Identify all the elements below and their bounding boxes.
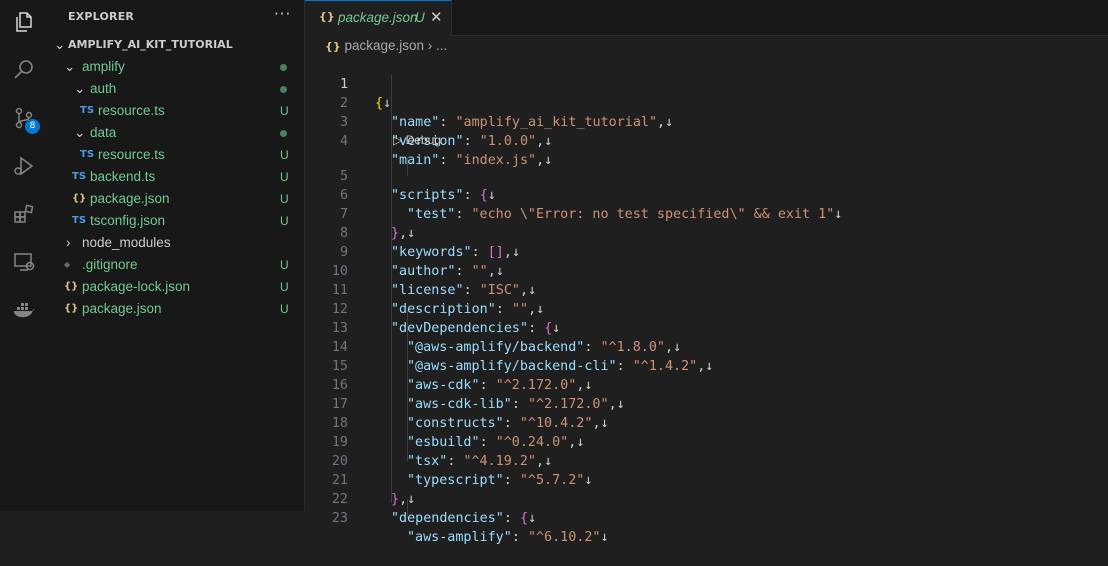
tree-file-tsconfig[interactable]: TS tsconfig.json U [48, 210, 304, 232]
untracked-status: U [280, 104, 289, 118]
tree-folder-auth[interactable]: ⌄ auth [48, 78, 304, 100]
tree-file-auth-resource[interactable]: TS resource.ts U [48, 100, 304, 122]
breadcrumb-separator: › [427, 38, 433, 53]
typescript-file-icon: TS [72, 171, 87, 182]
modified-dot [280, 86, 287, 93]
code-line: 13 "@aws-amplify/backend": "^1.8.0",↓ [331, 321, 682, 355]
untracked-status: U [280, 280, 289, 294]
code-line: 6 "test": "echo \"Error: no test specifi… [339, 188, 843, 222]
code-line: 12 "devDependencies": {↓ [331, 302, 561, 336]
code-line: 17 "constructs": "^10.4.2",↓ [331, 397, 609, 431]
code-line: 23 "aws-amplify": "^6.10.2"↓ [331, 511, 609, 545]
tree-file-amplify-package[interactable]: {} package.json U [48, 188, 304, 210]
untracked-status: U [280, 170, 289, 184]
untracked-status: U [280, 148, 289, 162]
chevron-right-icon: › [66, 235, 71, 250]
breadcrumb-file[interactable]: package.json [344, 38, 424, 53]
chevron-down-icon: ⌄ [74, 125, 86, 140]
chevron-down-icon: ⌄ [74, 81, 86, 96]
explorer-title: EXPLORER [68, 10, 135, 23]
code-line: 14 "@aws-amplify/backend-cli": "^1.4.2",… [331, 340, 714, 374]
tree-folder-amplify[interactable]: ⌄ amplify [48, 56, 304, 78]
extensions-icon[interactable] [8, 198, 40, 230]
code-line: 21 },↓ [331, 473, 416, 507]
chevron-down-icon: ⌄ [64, 59, 76, 74]
code-line: 19 "tsx": "^4.19.2",↓ [331, 435, 553, 469]
tree-folder-data[interactable]: ⌄ data [48, 122, 304, 144]
remote-explorer-icon[interactable] [8, 246, 40, 278]
code-line: 2 "name": "amplify_ai_kit_tutorial",↓ [339, 96, 674, 130]
source-control-badge: 8 [25, 119, 40, 134]
code-line: 5 "scripts": {↓ [339, 169, 496, 203]
code-line: 16 "aws-cdk-lib": "^2.172.0",↓ [331, 378, 625, 412]
more-actions-icon[interactable]: ··· [274, 5, 291, 23]
tree-file-package-lock[interactable]: {} package-lock.json U [48, 276, 304, 298]
tree-file-root-package[interactable]: {} package.json U [48, 298, 304, 320]
explorer-files-icon[interactable] [8, 6, 40, 38]
code-line: 20 "typescript": "^5.7.2"↓ [331, 454, 593, 488]
docker-icon[interactable] [8, 294, 40, 326]
modified-dot [280, 64, 287, 71]
code-line: 4 "main": "index.js",↓ [339, 134, 553, 168]
tree-file-backend[interactable]: TS backend.ts U [48, 166, 304, 188]
run-debug-icon[interactable] [8, 150, 40, 182]
search-icon[interactable] [8, 54, 40, 86]
explorer-sidebar: EXPLORER ··· ⌄ AMPLIFY_AI_KIT_TUTORIAL ⌄… [48, 0, 305, 511]
gitignore-file-icon: ◆ [64, 260, 71, 269]
code-line: 18 "esbuild": "^0.24.0",↓ [331, 416, 585, 450]
untracked-status: U [280, 258, 289, 272]
tab-package-json[interactable]: {} package.json U ✕ [305, 0, 452, 36]
codelens-debug[interactable]: ▷ Debug [393, 132, 441, 148]
untracked-status: U [280, 192, 289, 206]
workspace-root[interactable]: ⌄ AMPLIFY_AI_KIT_TUTORIAL [48, 34, 304, 56]
code-line: 8 "keywords": [],↓ [339, 226, 520, 260]
play-icon: ▷ [393, 133, 403, 147]
tab-label: package.json [338, 10, 418, 25]
code-line: 10 "license": "ISC",↓ [331, 264, 537, 298]
chevron-down-icon: ⌄ [54, 37, 66, 52]
tsconfig-file-icon: TS [72, 215, 87, 226]
breadcrumb: {} package.json › ... [325, 36, 447, 56]
untracked-status: U [280, 214, 289, 228]
code-line: 7 },↓ [339, 207, 416, 241]
close-icon[interactable]: ✕ [430, 8, 443, 26]
tab-bar: {} package.json U ✕ [305, 0, 1108, 36]
json-file-icon: {} [325, 40, 341, 53]
code-line: 11 "description": "",↓ [331, 283, 545, 317]
code-line: 22 "dependencies": {↓ [331, 492, 537, 526]
code-line: 3 "version": "1.0.0",↓ [339, 115, 553, 149]
modified-dot [280, 130, 287, 137]
code-line: 1 {↓ [339, 77, 392, 111]
json-file-icon: {} [319, 10, 335, 23]
typescript-file-icon: TS [80, 105, 95, 116]
tab-status: U [415, 10, 425, 25]
activity-bar: 8 [0, 0, 49, 511]
code-line: 9 "author": "",↓ [339, 245, 504, 279]
json-file-icon: {} [64, 303, 79, 314]
editor-area: {} package.json U ✕ {} package.json › ..… [305, 0, 1108, 545]
typescript-file-icon: TS [80, 149, 95, 160]
tree-file-gitignore[interactable]: ◆ .gitignore U [48, 254, 304, 276]
tree-folder-node-modules[interactable]: › node_modules [48, 232, 304, 254]
json-file-icon: {} [72, 193, 87, 204]
breadcrumb-more[interactable]: ... [436, 38, 447, 53]
untracked-status: U [280, 302, 289, 316]
json-file-icon: {} [64, 281, 79, 292]
code-line: 15 "aws-cdk": "^2.172.0",↓ [331, 359, 593, 393]
tree-file-data-resource[interactable]: TS resource.ts U [48, 144, 304, 166]
